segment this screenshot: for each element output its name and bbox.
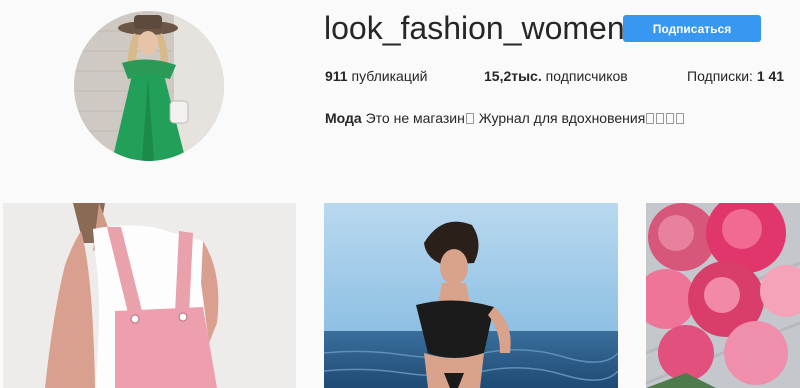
- missing-glyph-icon: [666, 113, 675, 124]
- missing-glyph-icon: [646, 113, 655, 124]
- bio-text-part2: Журнал для вдохновения: [478, 110, 646, 126]
- stat-following[interactable]: Подписки: 1 41: [687, 68, 784, 84]
- post-thumbnail[interactable]: [646, 203, 800, 388]
- stat-following-count: 1 41: [756, 68, 785, 84]
- stat-following-label: Подписки:: [687, 68, 753, 84]
- stat-posts-count: 911: [325, 68, 348, 84]
- missing-glyph-icon: [676, 113, 685, 124]
- stat-followers-count: 15,2тыс.: [484, 68, 542, 84]
- bio-text-part1: Это не магазин: [365, 110, 465, 126]
- missing-glyph-icon: [465, 113, 474, 124]
- post-thumbnail[interactable]: [3, 203, 296, 388]
- stat-posts-label: публикаций: [351, 68, 428, 84]
- missing-glyph-icon: [656, 113, 665, 124]
- bio-name: Мода: [325, 110, 362, 126]
- stat-followers-label: подписчиков: [545, 68, 628, 84]
- stat-posts: 911 публикаций: [325, 68, 427, 84]
- profile-username: look_fashion_women: [324, 10, 625, 46]
- profile-bio: Мода Это не магазин Журнал для вдохновен…: [325, 110, 685, 126]
- follow-button[interactable]: Подписаться: [623, 15, 761, 42]
- post-thumbnail[interactable]: [324, 203, 618, 388]
- stat-followers[interactable]: 15,2тыс. подписчиков: [484, 68, 628, 84]
- profile-stats: 911 публикаций 15,2тыс. подписчиков Подп…: [0, 68, 800, 88]
